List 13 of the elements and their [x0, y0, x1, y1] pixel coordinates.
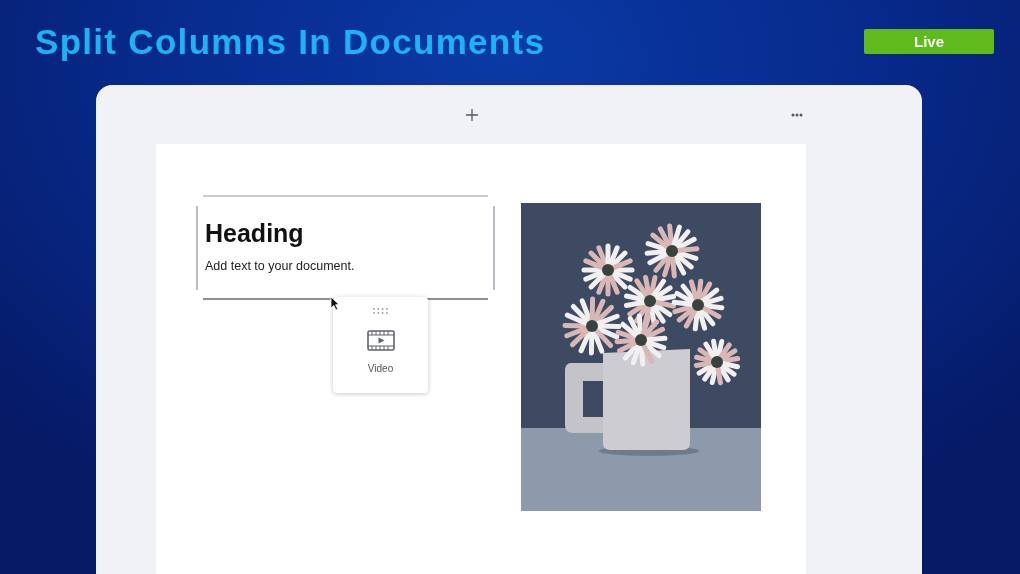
cursor-icon: [330, 296, 340, 311]
flowers-in-mug-drawing[interactable]: [521, 203, 761, 511]
body-text: Add text to your document.: [205, 258, 356, 274]
video-label: Video: [367, 363, 394, 374]
slide-title: Split Columns In Documents: [35, 21, 546, 62]
video-icon: [366, 330, 395, 351]
heading-text: Heading: [205, 218, 305, 248]
text-block[interactable]: Heading Add text to your document.: [196, 206, 495, 290]
drag-handle-icon[interactable]: [373, 308, 388, 314]
live-badge: Live: [864, 29, 994, 54]
add-icon[interactable]: [466, 108, 478, 121]
video-block-card[interactable]: Video: [333, 297, 428, 393]
more-options-icon[interactable]: [791, 112, 803, 117]
